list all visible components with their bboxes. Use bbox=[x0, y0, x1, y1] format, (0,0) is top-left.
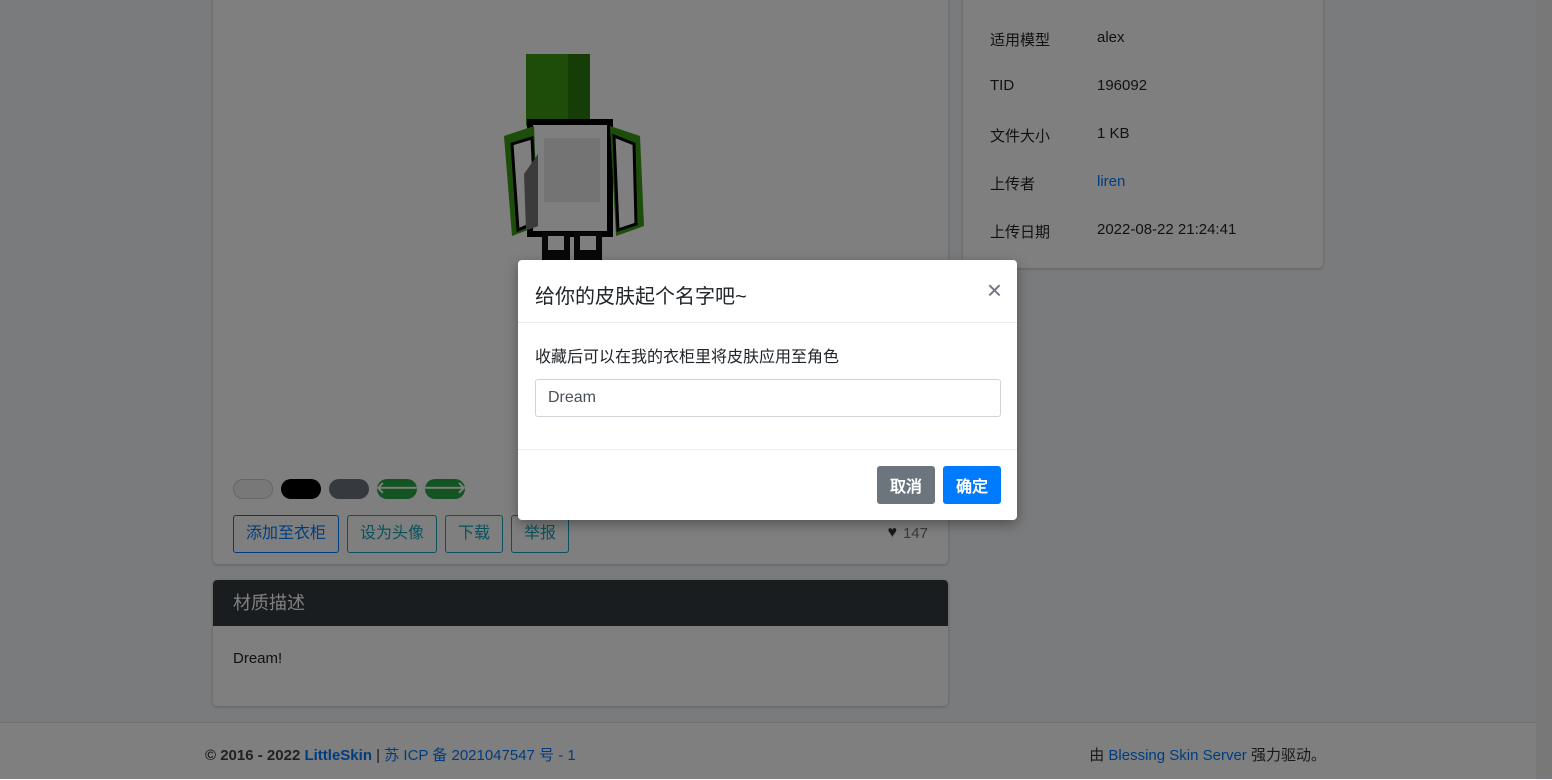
skin-name-input[interactable] bbox=[535, 379, 1001, 417]
cancel-button[interactable]: 取消 bbox=[877, 466, 935, 504]
modal-header: 给你的皮肤起个名字吧~ × bbox=[518, 260, 1017, 323]
modal-footer: 取消 确定 bbox=[518, 450, 1017, 520]
confirm-button[interactable]: 确定 bbox=[943, 466, 1001, 504]
modal-body: 收藏后可以在我的衣柜里将皮肤应用至角色 bbox=[518, 323, 1017, 450]
close-icon[interactable]: × bbox=[987, 277, 1002, 303]
modal-title: 给你的皮肤起个名字吧~ bbox=[535, 286, 747, 308]
modal-text: 收藏后可以在我的衣柜里将皮肤应用至角色 bbox=[535, 349, 840, 366]
page: 🡐 🡒 添加至衣柜 设为头像 下载 举报 ♥ 147 材质描述 Dream! 适… bbox=[0, 0, 1552, 780]
name-skin-modal: 给你的皮肤起个名字吧~ × 收藏后可以在我的衣柜里将皮肤应用至角色 取消 确定 bbox=[518, 260, 1017, 520]
